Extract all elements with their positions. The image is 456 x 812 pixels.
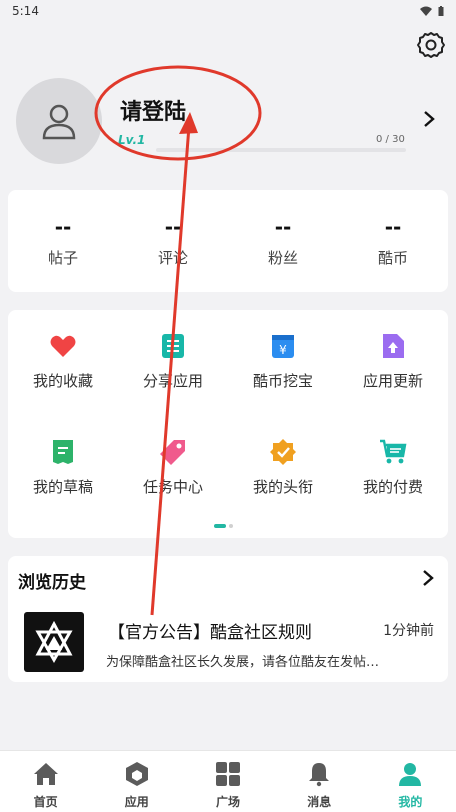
share-app-icon — [162, 334, 184, 358]
grid-item-favorites[interactable]: 我的收藏 — [8, 310, 118, 416]
grid-label: 任务中心 — [142, 478, 203, 496]
wifi-icon — [420, 6, 432, 16]
history-header: 浏览历史 — [18, 573, 86, 593]
grid-label: 我的付费 — [362, 478, 423, 496]
stat-label: 评论 — [157, 248, 188, 267]
task-tag-icon — [160, 440, 185, 465]
level-label: Lv.1 — [118, 133, 146, 147]
tab-messages[interactable]: 消息 — [274, 751, 365, 812]
tab-mine[interactable]: 我的 — [365, 751, 456, 812]
grid-item-payments[interactable]: 我的付费 — [338, 416, 448, 522]
page-indicator — [214, 524, 233, 528]
stat-posts[interactable]: -- 帖子 — [8, 190, 118, 292]
status-icons — [420, 6, 444, 16]
battery-icon — [438, 6, 444, 16]
page-dot — [229, 524, 233, 528]
stats-card: -- 帖子 -- 评论 -- 粉丝 -- 酷币 — [8, 190, 448, 292]
stat-label: 帖子 — [47, 248, 78, 267]
login-prompt[interactable]: 请登陆 — [120, 94, 186, 126]
stat-coins[interactable]: -- 酷币 — [338, 190, 448, 292]
history-item-title[interactable]: 【官方公告】酷盒社区规则 — [108, 618, 312, 643]
square-grid-icon — [216, 762, 240, 786]
grid-item-share-app[interactable]: 分享应用 — [118, 310, 228, 416]
badge-icon — [270, 439, 296, 465]
grid-label: 应用更新 — [362, 372, 423, 390]
apps-cube-icon — [125, 762, 148, 786]
draft-icon — [53, 440, 73, 464]
grid-item-drafts[interactable]: 我的草稿 — [8, 416, 118, 522]
grid-item-task-center[interactable]: 任务中心 — [118, 416, 228, 522]
feature-grid: 我的收藏 分享应用 ¥ 酷币挖宝 应用更新 我的草稿 任务中心 我的头衔 我的付… — [8, 310, 448, 538]
status-bar: 5:14 — [0, 0, 456, 22]
bell-icon — [309, 763, 330, 787]
exp-progress-text: 0 / 30 — [376, 134, 405, 145]
stat-followers[interactable]: -- 粉丝 — [228, 190, 338, 292]
svg-text:¥: ¥ — [279, 343, 287, 357]
grid-label: 分享应用 — [142, 372, 203, 390]
grid-item-titles[interactable]: 我的头衔 — [228, 416, 338, 522]
profile-header[interactable]: 请登陆 Lv.1 0 / 30 — [16, 78, 440, 168]
status-time: 5:14 — [12, 4, 39, 18]
stat-value: -- — [274, 214, 292, 239]
history-item-time: 1分钟前 — [383, 623, 434, 639]
tab-label: 广场 — [216, 795, 241, 809]
cart-icon — [380, 439, 407, 464]
home-icon — [33, 763, 58, 785]
tab-square[interactable]: 广场 — [182, 751, 273, 812]
stat-label: 酷币 — [377, 248, 408, 267]
avatar[interactable] — [16, 78, 102, 164]
tab-apps[interactable]: 应用 — [91, 751, 182, 812]
grid-label: 我的头衔 — [252, 478, 313, 496]
heart-icon — [50, 335, 76, 357]
browse-history-card: 浏览历史 【官方公告】酷盒社区规则 1分钟前 为保障酷盒社区长久发展，请各位酷友… — [8, 556, 448, 682]
page-dot-active — [214, 524, 226, 528]
tab-label: 我的 — [398, 795, 423, 809]
update-icon — [383, 334, 404, 358]
stat-comments[interactable]: -- 评论 — [118, 190, 228, 292]
grid-item-coin-treasure[interactable]: ¥ 酷币挖宝 — [228, 310, 338, 416]
stat-value: -- — [164, 214, 182, 239]
grid-item-app-update[interactable]: 应用更新 — [338, 310, 448, 416]
tab-label: 应用 — [124, 795, 149, 809]
grid-label: 我的收藏 — [32, 372, 93, 390]
coin-treasure-icon: ¥ — [272, 335, 294, 358]
history-item-description: 为保障酷盒社区长久发展，请各位酷友在发帖… — [106, 655, 380, 670]
grid-label: 我的草稿 — [32, 478, 93, 496]
bottom-tab-bar: 首页 应用 广场 消息 我的 — [0, 750, 456, 812]
stat-value: -- — [54, 214, 72, 239]
cool-box-logo-icon — [35, 620, 73, 664]
chevron-right-icon[interactable] — [422, 570, 434, 586]
post-thumbnail[interactable] — [24, 612, 84, 672]
tab-home[interactable]: 首页 — [0, 751, 91, 812]
stat-value: -- — [384, 214, 402, 239]
tab-label: 首页 — [33, 795, 58, 809]
settings-gear-icon[interactable] — [416, 30, 446, 60]
user-placeholder-icon — [42, 104, 76, 140]
stat-label: 粉丝 — [267, 248, 298, 267]
tab-label: 消息 — [307, 795, 332, 809]
exp-progress-bar — [156, 148, 406, 152]
person-icon — [399, 763, 422, 786]
chevron-right-icon[interactable] — [422, 110, 436, 128]
grid-label: 酷币挖宝 — [252, 372, 313, 390]
